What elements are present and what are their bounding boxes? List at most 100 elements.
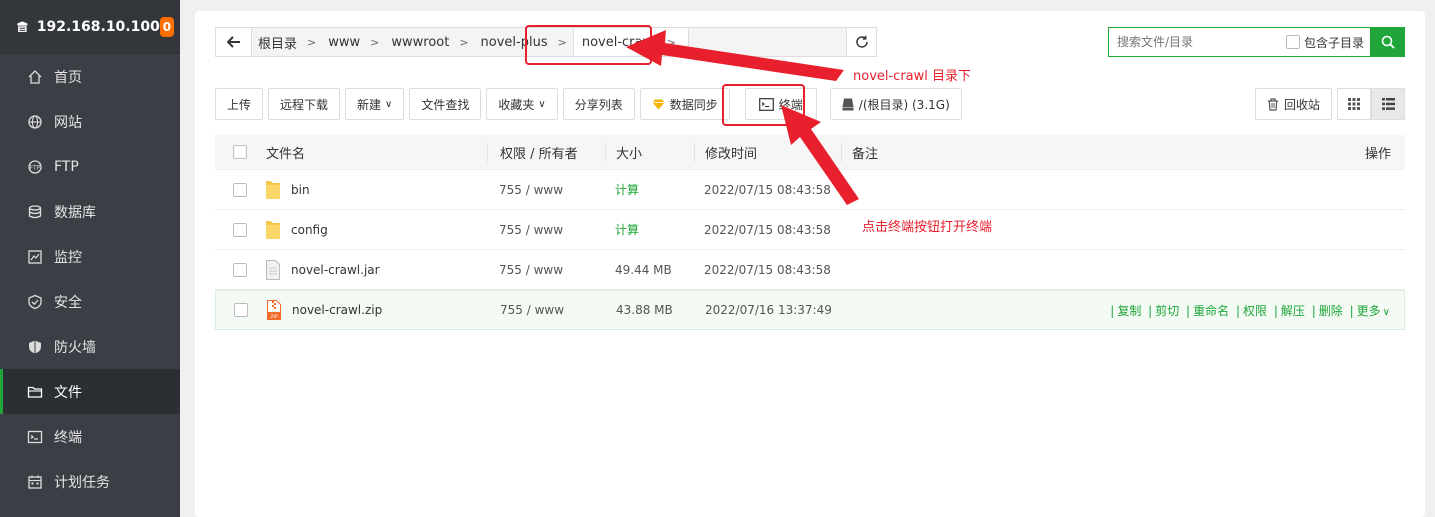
disk-icon bbox=[842, 98, 854, 111]
cut-link[interactable]: 剪切 bbox=[1155, 304, 1179, 318]
grid-icon bbox=[1348, 98, 1360, 110]
file-perm[interactable]: 755 / www bbox=[487, 183, 605, 197]
include-subdir-label: 包含子目录 bbox=[1303, 35, 1364, 50]
breadcrumb-wwwroot[interactable]: wwwroot > bbox=[385, 28, 474, 56]
home-icon bbox=[26, 68, 44, 86]
refresh-button[interactable] bbox=[846, 28, 876, 56]
file-perm[interactable]: 755 / www bbox=[487, 223, 605, 237]
sidebar-item-label: 文件 bbox=[54, 384, 82, 401]
disk-button[interactable]: /(根目录) (3.1G) bbox=[829, 88, 962, 120]
delete-link[interactable]: 删除 bbox=[1319, 304, 1343, 318]
sidebar-item-cron[interactable]: 计划任务 bbox=[0, 459, 180, 504]
select-all-cell bbox=[215, 145, 265, 159]
search-button[interactable] bbox=[1371, 27, 1405, 57]
notification-badge[interactable]: 0 bbox=[159, 16, 174, 37]
chevron-down-icon: ∨ bbox=[385, 98, 393, 110]
table-row[interactable]: novel-crawl.jar 755 / www 49.44 MB 2022/… bbox=[215, 250, 1405, 290]
terminal-button-label: 终端 bbox=[778, 97, 803, 112]
recycle-bin-label: 回收站 bbox=[1284, 97, 1321, 112]
favorites-button[interactable]: 收藏夹 ∨ bbox=[486, 88, 558, 120]
diamond-icon bbox=[652, 99, 665, 110]
recycle-bin-button[interactable]: 回收站 bbox=[1255, 88, 1333, 120]
breadcrumb-novel-crawl[interactable]: novel-crawl > bbox=[572, 28, 689, 56]
file-name-cell: ZIP novel-crawl.zip bbox=[266, 300, 488, 320]
data-sync-button[interactable]: 数据同步 bbox=[639, 88, 730, 120]
header-time[interactable]: 修改时间 bbox=[694, 142, 841, 162]
file-name[interactable]: bin bbox=[291, 183, 310, 197]
sidebar-item-database[interactable]: 数据库 bbox=[0, 189, 180, 234]
sidebar-item-firewall[interactable]: 防火墙 bbox=[0, 324, 180, 369]
share-list-button[interactable]: 分享列表 bbox=[562, 88, 635, 120]
globe-icon bbox=[26, 113, 44, 131]
path-bar: 根目录 > www > wwwroot > novel-plus > novel-cra… bbox=[215, 27, 877, 57]
new-button[interactable]: 新建 ∨ bbox=[345, 88, 405, 120]
data-sync-label: 数据同步 bbox=[669, 97, 718, 112]
trash-icon bbox=[1267, 97, 1279, 111]
breadcrumb: 根目录 > www > wwwroot > novel-plus > novel-cra… bbox=[252, 28, 846, 56]
table-row[interactable]: config 755 / www 计算 2022/07/15 08:43:58 bbox=[215, 210, 1405, 250]
sidebar-item-ftp[interactable]: FTP FTP bbox=[0, 144, 180, 189]
remote-download-button[interactable]: 远程下载 bbox=[268, 88, 341, 120]
calendar-icon bbox=[26, 473, 44, 491]
terminal-button[interactable]: 终端 bbox=[744, 88, 817, 120]
sidebar-item-files[interactable]: 文件 bbox=[0, 369, 180, 414]
chevron-right-icon: > bbox=[459, 35, 469, 49]
file-name[interactable]: novel-crawl.jar bbox=[291, 263, 380, 277]
sidebar-item-security[interactable]: 安全 bbox=[0, 279, 180, 324]
search-input[interactable] bbox=[1117, 35, 1286, 49]
file-name[interactable]: novel-crawl.zip bbox=[292, 303, 382, 317]
header-name[interactable]: 文件名 bbox=[265, 143, 487, 162]
breadcrumb-www[interactable]: www > bbox=[322, 28, 385, 56]
sidebar-item-label: 监控 bbox=[54, 249, 82, 266]
copy-link[interactable]: 复制 bbox=[1117, 304, 1141, 318]
chevron-down-icon: ∨ bbox=[1382, 306, 1390, 318]
sidebar-item-label: 数据库 bbox=[54, 204, 96, 221]
file-search-button[interactable]: 文件查找 bbox=[409, 88, 482, 120]
folder-icon bbox=[26, 383, 44, 401]
upload-button[interactable]: 上传 bbox=[215, 88, 264, 120]
sidebar-item-website[interactable]: 网站 bbox=[0, 99, 180, 144]
folder-icon bbox=[266, 220, 280, 239]
row-actions: | 复制 | 剪切 | 重命名 | 权限 | 解压 | 删除 | 更多 ∨ bbox=[1110, 303, 1390, 318]
table-row[interactable]: bin 755 / www 计算 2022/07/15 08:43:58 bbox=[215, 170, 1405, 210]
list-view-button[interactable] bbox=[1371, 88, 1405, 120]
sidebar-item-monitor[interactable]: 监控 bbox=[0, 234, 180, 279]
header-perm[interactable]: 权限 / 所有者 bbox=[487, 142, 605, 162]
more-link[interactable]: 更多 ∨ bbox=[1357, 304, 1390, 318]
file-search: 包含子目录 bbox=[1108, 27, 1405, 57]
file-size: 49.44 MB bbox=[615, 262, 672, 277]
rename-link[interactable]: 重命名 bbox=[1193, 304, 1229, 318]
select-all-checkbox[interactable] bbox=[233, 145, 247, 159]
extract-link[interactable]: 解压 bbox=[1281, 304, 1305, 318]
file-name[interactable]: config bbox=[291, 223, 328, 237]
breadcrumb-root[interactable]: 根目录 > bbox=[252, 28, 322, 56]
include-subdir-toggle[interactable]: 包含子目录 bbox=[1285, 34, 1364, 51]
host-ip: 192.168.10.100 bbox=[36, 18, 160, 35]
grid-view-button[interactable] bbox=[1337, 88, 1371, 120]
breadcrumb-novel-plus[interactable]: novel-plus > bbox=[475, 28, 573, 56]
row-checkbox[interactable] bbox=[234, 303, 248, 317]
row-checkbox[interactable] bbox=[233, 182, 247, 197]
arrow-left-icon bbox=[226, 36, 240, 48]
folder-icon bbox=[266, 180, 280, 199]
chevron-down-icon: ∨ bbox=[538, 98, 546, 110]
shield-icon bbox=[26, 338, 44, 356]
header-size[interactable]: 大小 bbox=[605, 142, 694, 162]
refresh-icon bbox=[855, 35, 868, 48]
sidebar-item-terminal[interactable]: 终端 bbox=[0, 414, 180, 459]
permission-link[interactable]: 权限 bbox=[1243, 304, 1267, 318]
row-checkbox[interactable] bbox=[233, 222, 247, 237]
file-size[interactable]: 计算 bbox=[605, 221, 694, 238]
file-size[interactable]: 计算 bbox=[605, 181, 694, 198]
file-time: 2022/07/15 08:43:58 bbox=[704, 222, 831, 237]
sidebar-item-home[interactable]: 首页 bbox=[0, 54, 180, 99]
back-button[interactable] bbox=[216, 28, 252, 56]
file-perm[interactable]: 755 / www bbox=[487, 263, 605, 277]
file-name-cell: bin bbox=[265, 180, 487, 200]
file-perm[interactable]: 755 / www bbox=[488, 303, 606, 317]
row-checkbox[interactable] bbox=[233, 262, 247, 277]
header-ops: 操作 bbox=[1364, 146, 1391, 162]
include-subdir-checkbox[interactable] bbox=[1285, 35, 1300, 49]
favorites-button-label: 收藏夹 bbox=[498, 97, 535, 112]
table-row[interactable]: ZIP novel-crawl.zip 755 / www 43.88 MB 2… bbox=[215, 290, 1405, 330]
